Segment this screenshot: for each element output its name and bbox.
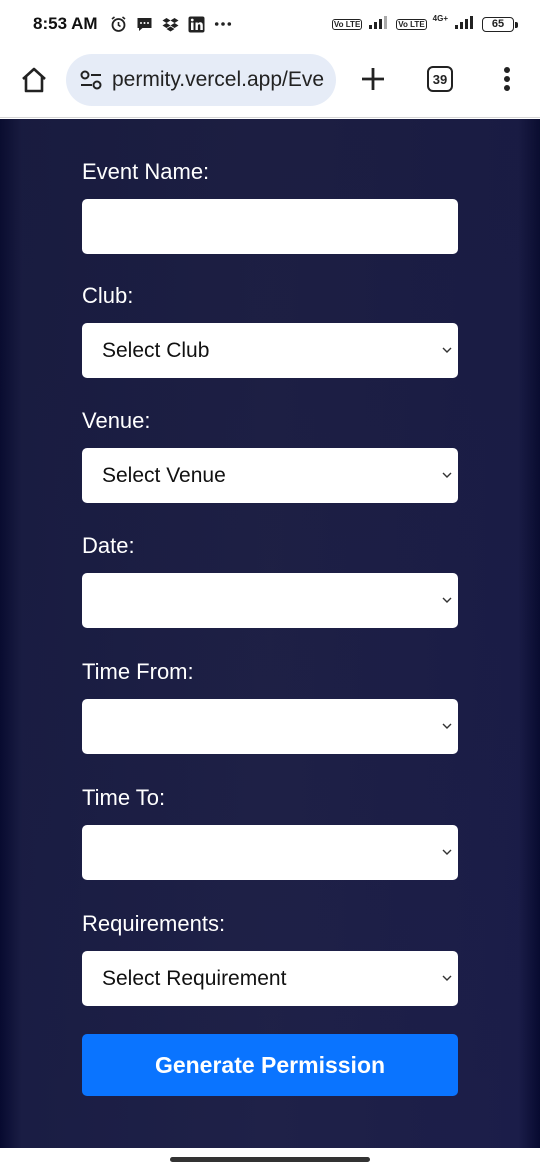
time-to-label: Time To: [82,785,166,810]
signal-icon-2 [454,15,476,34]
address-bar[interactable]: permity.vercel.app/Eve [66,54,336,106]
signal-icon [368,15,390,34]
event-name-label: Event Name: [82,159,210,184]
more-icon [214,15,232,33]
page-content: Event Name: Club: Select Club Venue: Sel… [0,119,540,1148]
requirements-label: Requirements: [82,911,226,936]
event-name-input[interactable] [82,199,458,254]
status-bar: 8:53 AM Vo LTE Vo LTE 4G+ 65 [0,0,540,48]
menu-dot-icon [504,67,510,73]
new-tab-button[interactable] [356,62,390,96]
site-settings-icon[interactable] [80,70,102,90]
generate-permission-button[interactable]: Generate Permission [82,1034,458,1096]
chevron-down-icon [442,849,452,855]
time-from-label: Time From: [82,659,194,684]
alarm-icon [110,15,128,33]
volte-badge-2: Vo LTE [396,18,427,30]
time-to-select[interactable] [82,825,458,880]
tab-count: 39 [432,71,448,87]
home-gesture-handle[interactable] [170,1157,370,1162]
volte-badge: Vo LTE [331,18,363,30]
venue-select-value: Select Venue [102,463,226,487]
home-button[interactable] [17,63,51,97]
chevron-down-icon [442,347,452,353]
menu-dot-icon [504,85,510,91]
chevron-down-icon [442,723,452,729]
requirements-select[interactable]: Select Requirement [82,951,458,1006]
menu-dot-icon [504,76,510,82]
chevron-down-icon [442,597,452,603]
network-type: 4G+ [432,14,448,23]
status-time: 8:53 AM [33,14,98,33]
tab-switcher-button[interactable]: 39 [427,66,453,92]
battery-icon: 65 [482,16,518,32]
chevron-down-icon [442,472,452,478]
linkedin-icon [188,15,206,33]
chevron-down-icon [442,975,452,981]
venue-label: Venue: [82,408,151,433]
requirements-select-value: Select Requirement [102,966,287,990]
club-select-value: Select Club [102,338,210,362]
browser-menu-button[interactable] [494,62,520,96]
club-select[interactable]: Select Club [82,323,458,378]
gesture-nav-bar [0,1148,540,1170]
date-label: Date: [82,533,135,558]
venue-select[interactable]: Select Venue [82,448,458,503]
dropbox-icon [162,15,180,33]
home-icon [22,67,46,93]
time-from-select[interactable] [82,699,458,754]
club-label: Club: [82,283,134,308]
battery-level: 65 [491,18,505,30]
url-text[interactable]: permity.vercel.app/Eve [112,68,324,92]
plus-icon [362,68,384,90]
browser-toolbar: permity.vercel.app/Eve 39 [0,48,540,118]
date-select[interactable] [82,573,458,628]
message-icon [136,15,154,33]
